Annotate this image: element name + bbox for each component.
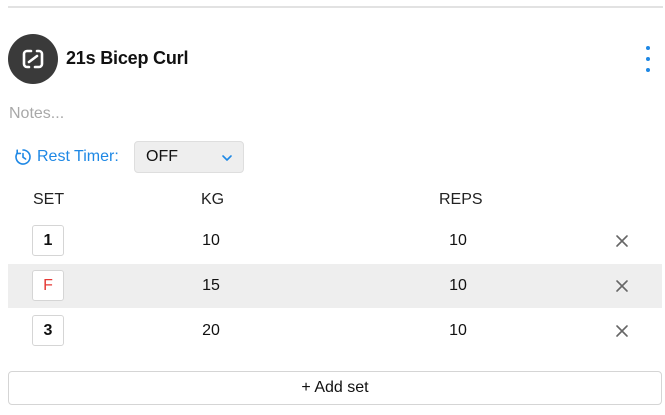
timer-icon (15, 149, 31, 165)
menu-dot (646, 46, 650, 50)
set-row: 3 20 10 (8, 309, 662, 353)
rest-timer-value: OFF (146, 148, 178, 165)
set-row: F 15 10 (8, 264, 662, 308)
menu-dot (646, 57, 650, 61)
column-header-kg: KG (201, 191, 225, 208)
kg-value[interactable]: 20 (191, 322, 231, 340)
column-header-reps: REPS (439, 191, 483, 208)
close-icon[interactable] (614, 323, 630, 339)
reps-value[interactable]: 10 (438, 322, 478, 340)
set-number-button[interactable]: F (32, 270, 64, 301)
add-set-button[interactable]: + Add set (8, 371, 662, 405)
set-number-button[interactable]: 3 (32, 315, 64, 346)
top-divider (8, 6, 663, 8)
kg-value[interactable]: 10 (191, 232, 231, 250)
link-chain-icon (22, 49, 44, 69)
set-number-button[interactable]: 1 (32, 225, 64, 256)
exercise-avatar[interactable] (8, 34, 58, 84)
notes-input[interactable] (9, 104, 409, 124)
more-vertical-icon[interactable] (642, 46, 654, 72)
chevron-down-icon (222, 155, 232, 161)
exercise-header: 21s Bicep Curl (8, 34, 660, 84)
close-icon[interactable] (614, 278, 630, 294)
reps-value[interactable]: 10 (438, 277, 478, 295)
column-header-set: SET (33, 191, 65, 208)
rest-timer-row: Rest Timer: OFF (14, 141, 244, 173)
menu-dot (646, 68, 650, 72)
set-row: 1 10 10 (8, 219, 662, 263)
rest-timer-toggle[interactable]: Rest Timer: (14, 148, 119, 166)
rest-timer-select[interactable]: OFF (134, 141, 244, 173)
kg-value[interactable]: 15 (191, 277, 231, 295)
exercise-title[interactable]: 21s Bicep Curl (66, 48, 188, 69)
close-icon[interactable] (614, 233, 630, 249)
reps-value[interactable]: 10 (438, 232, 478, 250)
rest-timer-label: Rest Timer: (37, 148, 119, 165)
